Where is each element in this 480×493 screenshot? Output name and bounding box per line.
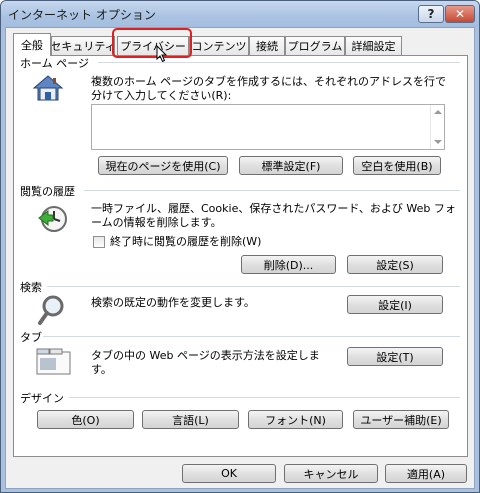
clock-arrow-icon [38, 206, 67, 232]
history-group-title: 閲覧の履歴 [20, 185, 75, 198]
tab-connections[interactable]: 接続 [249, 36, 285, 55]
delete-on-exit-checkbox[interactable] [93, 236, 105, 248]
use-blank-button[interactable]: 空白を使用(B) [353, 156, 441, 175]
design-group-line [69, 397, 460, 398]
history-description: 一時ファイル、履歴、Cookie、保存されたパスワード、および Web フォーム… [91, 202, 456, 229]
close-button[interactable]: ✕ [445, 5, 475, 23]
fonts-button[interactable]: フォント(N) [248, 410, 343, 429]
tab-security[interactable]: セキュリティ [51, 36, 115, 55]
colors-button[interactable]: 色(O) [37, 410, 134, 429]
scroll-up-icon[interactable] [434, 110, 442, 114]
tab-general[interactable]: 全般 [13, 33, 51, 56]
ok-button[interactable]: OK [182, 464, 276, 483]
apply-button[interactable]: 適用(A) [385, 464, 467, 483]
window-title: インターネット オプション [8, 8, 156, 22]
tabs-group-line [43, 336, 460, 337]
home-page-textarea[interactable] [91, 104, 445, 150]
tab-window-icon [36, 348, 71, 375]
delete-on-exit-label[interactable]: 終了時に閲覧の履歴を削除(W) [110, 235, 261, 249]
tabs-description: タブの中の Web ページの表示方法を設定します。 [91, 349, 320, 376]
cancel-button[interactable]: キャンセル [284, 464, 378, 483]
house-icon [32, 75, 64, 101]
home-description: 複数のホーム ページのタブを作成するには、それぞれのアドレスを行で分けて入力して… [91, 75, 446, 102]
tab-content[interactable]: コンテンツ [189, 36, 249, 55]
languages-button[interactable]: 言語(L) [142, 410, 239, 429]
general-panel: ホーム ページ 複数のホーム ページのタブを作成するには、それぞれのアドレスを行… [13, 55, 468, 457]
magnifier-icon [38, 295, 64, 325]
design-group-title: デザイン [20, 392, 64, 405]
search-description: 検索の既定の動作を変更します。 [91, 296, 255, 309]
home-textarea-scrollbar[interactable] [430, 105, 444, 149]
help-button[interactable]: ? [418, 5, 444, 23]
tab-advanced[interactable]: 詳細設定 [345, 36, 402, 55]
dialog-client: 全般 セキュリティ プライバシー コンテンツ 接続 プログラム 詳細設定 ホーム… [5, 27, 475, 489]
search-group-title: 検索 [20, 281, 42, 294]
tabs-settings-button[interactable]: 設定(T) [347, 347, 443, 366]
history-settings-button[interactable]: 設定(S) [347, 255, 443, 274]
search-settings-button[interactable]: 設定(I) [347, 295, 443, 314]
mouse-pointer-icon [156, 45, 168, 63]
title-bar[interactable]: インターネット オプション ? ✕ [1, 1, 479, 27]
scroll-down-icon[interactable] [434, 140, 442, 144]
delete-history-button[interactable]: 削除(D)... [241, 255, 336, 274]
search-group-line [47, 286, 460, 287]
tabs-group-title: タブ [20, 331, 42, 344]
history-group-line [84, 190, 460, 191]
internet-options-window: インターネット オプション ? ✕ 全般 セキュリティ プライバシー コンテンツ… [0, 0, 480, 493]
use-default-button[interactable]: 標準設定(F) [239, 156, 343, 175]
accessibility-button[interactable]: ユーザー補助(E) [353, 410, 449, 429]
use-current-button[interactable]: 現在のページを使用(C) [98, 156, 228, 175]
tab-programs[interactable]: プログラム [285, 36, 345, 55]
home-group-line [98, 62, 460, 63]
home-group-title: ホーム ページ [20, 57, 89, 70]
privacy-tab-highlight [112, 28, 192, 58]
